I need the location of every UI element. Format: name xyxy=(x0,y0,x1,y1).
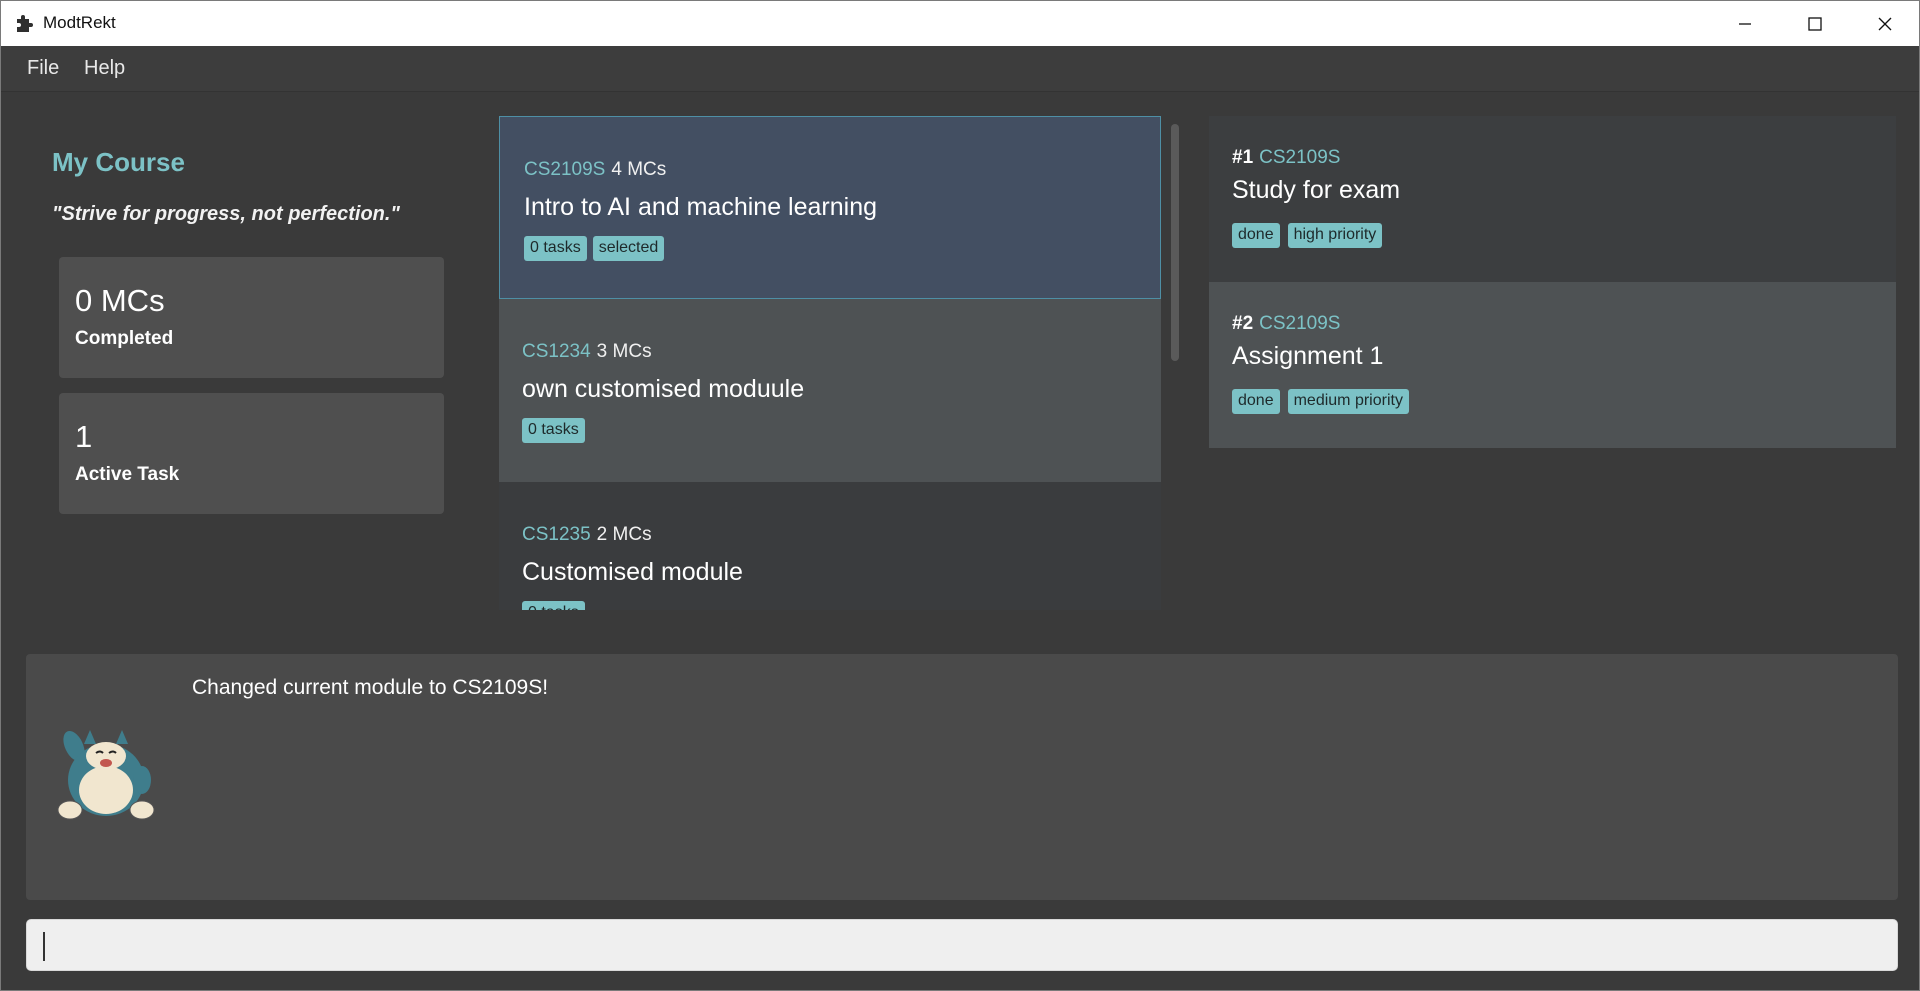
tag-status: done xyxy=(1232,223,1280,248)
module-header: CS1234 3 MCs xyxy=(522,341,652,363)
task-name: Assignment 1 xyxy=(1232,342,1384,370)
task-index: #2 xyxy=(1232,313,1254,334)
snorlax-mascot-icon xyxy=(57,730,155,820)
module-card-cs2109s[interactable]: CS2109S 4 MCs Intro to AI and machine lea… xyxy=(499,116,1161,299)
module-tags: 0 tasks xyxy=(522,418,585,443)
module-code: CS2109S xyxy=(524,159,606,180)
tag-selected: selected xyxy=(592,236,665,261)
module-card-cs1234[interactable]: CS1234 3 MCs own customised moduule 0 tas… xyxy=(499,299,1161,482)
text-caret xyxy=(43,932,45,961)
task-name: Study for exam xyxy=(1232,176,1401,204)
menu-file[interactable]: File xyxy=(27,57,59,80)
result-message: Changed current module to CS2109S! xyxy=(192,676,549,699)
module-mcs: 2 MCs xyxy=(596,524,652,545)
tag-priority: high priority xyxy=(1287,223,1383,248)
module-code: CS1234 xyxy=(522,341,591,362)
tag-priority: medium priority xyxy=(1287,389,1409,414)
window-title: ModtRekt xyxy=(43,13,116,32)
menu-bar: File Help xyxy=(1,46,1919,92)
command-box[interactable] xyxy=(26,919,1898,971)
mcs-completed-card: 0 MCs Completed xyxy=(59,257,444,378)
app-window: ModtRekt File Help My Course "Strive for… xyxy=(0,0,1920,991)
minimize-button[interactable] xyxy=(1710,1,1780,46)
module-code: CS1235 xyxy=(522,524,591,545)
course-title: My Course xyxy=(52,147,185,177)
minimize-icon xyxy=(1739,22,1751,25)
module-list: CS2109S 4 MCs Intro to AI and machine lea… xyxy=(499,116,1161,610)
result-display: Changed current module to CS2109S! xyxy=(26,654,1898,900)
module-tags: 0 tasks selected xyxy=(524,236,665,261)
task-header: #1 CS2109S xyxy=(1232,147,1340,169)
module-tags: 0 tasks xyxy=(522,601,585,610)
tag-task-count: 0 tasks xyxy=(522,418,585,443)
task-header: #2 CS2109S xyxy=(1232,313,1340,335)
module-list-scrollbar[interactable] xyxy=(1171,124,1179,361)
task-index: #1 xyxy=(1232,147,1254,168)
tag-task-count: 0 tasks xyxy=(524,236,587,261)
stat-label: Active Task xyxy=(75,464,180,485)
tag-task-count: 0 tasks xyxy=(522,601,585,610)
stat-value: 0 MCs xyxy=(75,283,165,318)
course-quote: "Strive for progress, not perfection." xyxy=(52,203,400,225)
close-icon xyxy=(1878,17,1892,30)
module-header: CS1235 2 MCs xyxy=(522,524,652,546)
stat-label: Completed xyxy=(75,328,174,349)
stat-value: 1 xyxy=(75,419,93,454)
module-name: Customised module xyxy=(522,558,743,586)
maximize-button[interactable] xyxy=(1780,1,1850,46)
maximize-icon xyxy=(1808,16,1822,31)
task-tags: done medium priority xyxy=(1232,389,1409,414)
title-bar: ModtRekt xyxy=(1,1,1919,46)
active-task-card: 1 Active Task xyxy=(59,393,444,514)
task-card-2[interactable]: #2 CS2109S Assignment 1 done medium prior… xyxy=(1209,282,1896,448)
module-mcs: 4 MCs xyxy=(611,159,667,180)
close-button[interactable] xyxy=(1850,1,1920,46)
module-card-cs1235[interactable]: CS12352 MCs Customised module 0 tasks xyxy=(499,482,1161,610)
module-name: Intro to AI and machine learning xyxy=(524,193,878,221)
task-tags: done high priority xyxy=(1232,223,1383,248)
puzzle-icon xyxy=(17,15,33,32)
module-header: CS2109S 4 MCs xyxy=(524,159,666,181)
module-mcs: 3 MCs xyxy=(596,341,652,362)
module-name: own customised moduule xyxy=(522,375,805,403)
task-module-code: CS2109S xyxy=(1259,313,1341,334)
menu-help[interactable]: Help xyxy=(84,57,125,80)
tag-status: done xyxy=(1232,389,1280,414)
command-input[interactable] xyxy=(27,920,1897,970)
task-module-code: CS2109S xyxy=(1259,147,1341,168)
task-card-1[interactable]: #1 CS2109S Study for exam done high prior… xyxy=(1209,116,1896,282)
